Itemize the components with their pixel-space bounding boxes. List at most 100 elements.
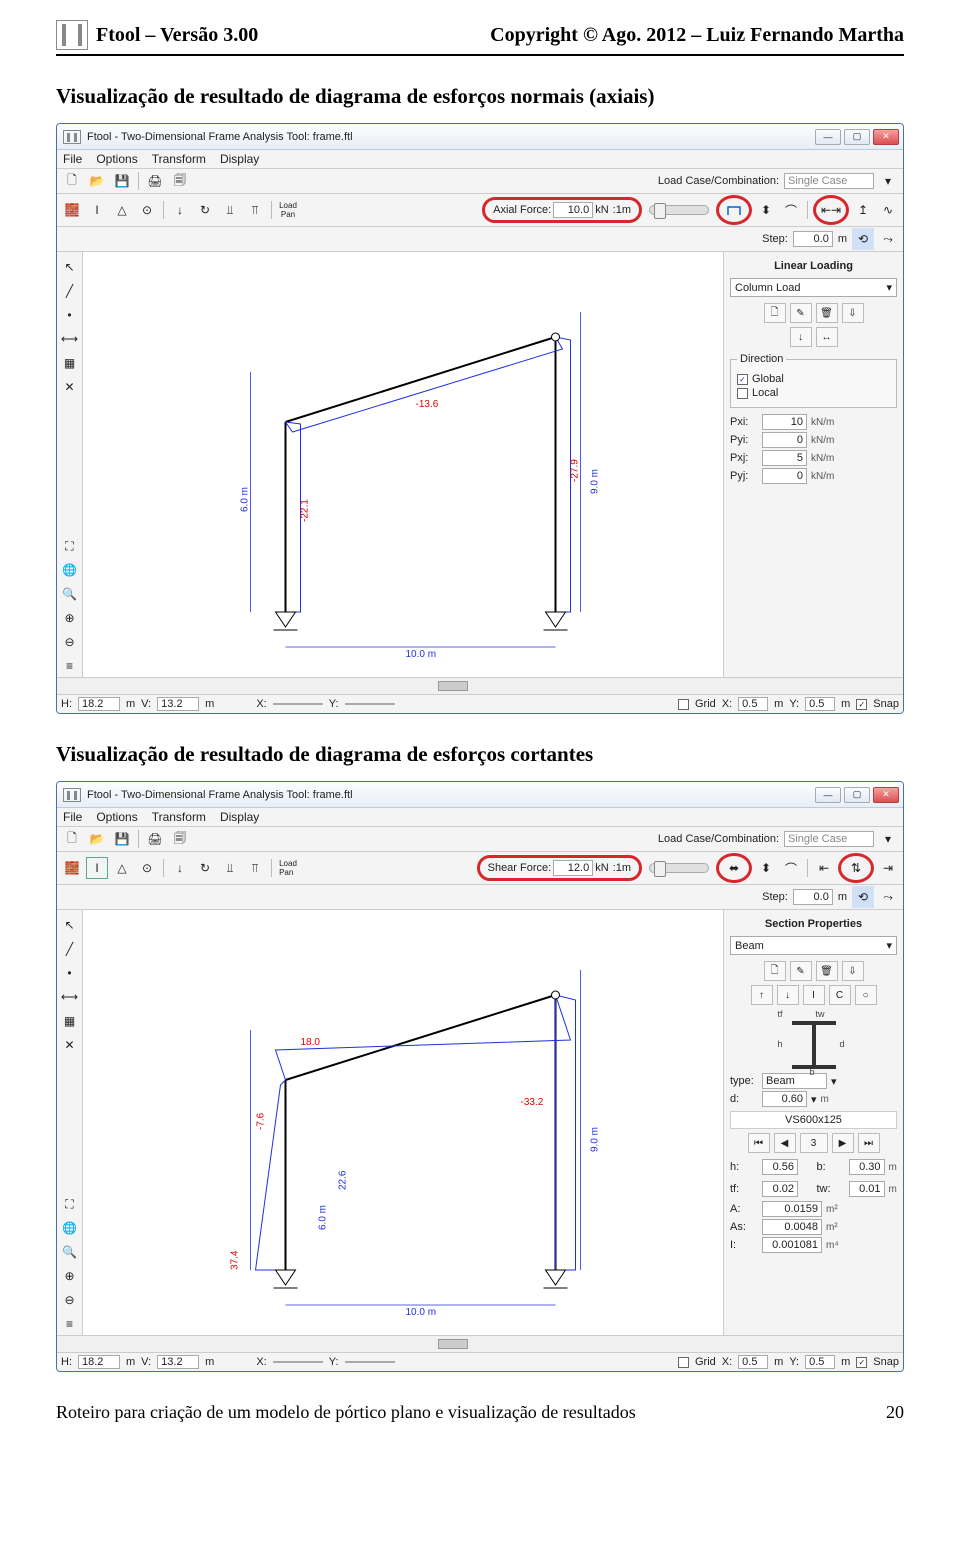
- status-h-value[interactable]: 18.2: [78, 697, 120, 711]
- panel-del-icon[interactable]: 🗑: [816, 303, 838, 323]
- h-scrollbar[interactable]: [57, 678, 903, 694]
- moment-diagram-button[interactable]: ⌒: [780, 199, 802, 221]
- step-apply-button[interactable]: ⟲: [852, 886, 874, 908]
- shape-o-icon[interactable]: ○: [855, 985, 877, 1005]
- grid-y-value[interactable]: 0.5: [805, 1355, 835, 1369]
- panel-apply-icon[interactable]: ↓: [790, 327, 812, 347]
- menu-transform[interactable]: Transform: [152, 810, 206, 824]
- axial-diagram-button[interactable]: ⬌: [723, 857, 745, 879]
- zoom-out-icon[interactable]: ⊖: [59, 1289, 81, 1311]
- redraw-icon[interactable]: ≡: [59, 1313, 81, 1335]
- step-next-button[interactable]: ⤳: [877, 886, 899, 908]
- panel-flip-icon[interactable]: ↔: [816, 327, 838, 347]
- minimize-button[interactable]: —: [815, 129, 841, 145]
- save-icon[interactable]: 💾: [111, 828, 133, 850]
- section-icon[interactable]: I: [86, 199, 108, 221]
- step-next-button[interactable]: ⤳: [877, 228, 899, 250]
- deform-button[interactable]: ∿: [877, 199, 899, 221]
- new-icon[interactable]: 🗋: [61, 828, 83, 850]
- panel-new-icon[interactable]: 🗋: [764, 961, 786, 981]
- canvas-1[interactable]: -13.6 -22.1 -27.9 6.0 m 9.0 m 10.0 m: [83, 252, 723, 677]
- close-button[interactable]: ✕: [873, 129, 899, 145]
- status-x-value[interactable]: [273, 1361, 323, 1363]
- load-combo-select[interactable]: Single Case: [784, 831, 874, 847]
- menu-options[interactable]: Options: [96, 810, 137, 824]
- force-value-input[interactable]: 12.0: [553, 860, 593, 876]
- support-icon[interactable]: △: [111, 199, 133, 221]
- dimension-tool-icon[interactable]: ⟷: [59, 986, 81, 1008]
- moment-load-icon[interactable]: ↻: [194, 199, 216, 221]
- panel-new-icon[interactable]: 🗋: [764, 303, 786, 323]
- line-tool-icon[interactable]: ╱: [59, 938, 81, 960]
- reaction-button[interactable]: ↥: [852, 199, 874, 221]
- grid-checkbox[interactable]: [678, 1357, 689, 1368]
- grid-x-value[interactable]: 0.5: [738, 697, 768, 711]
- material-icon[interactable]: 🧱: [61, 857, 83, 879]
- menu-file[interactable]: File: [63, 810, 82, 824]
- shape-i-icon[interactable]: I: [803, 985, 825, 1005]
- status-y-value[interactable]: [345, 1361, 395, 1363]
- scale-slider[interactable]: [649, 205, 709, 215]
- step-input[interactable]: 0.0: [793, 231, 833, 247]
- titlebar[interactable]: Ftool - Two-Dimensional Frame Analysis T…: [57, 124, 903, 150]
- hinge-icon[interactable]: ⊙: [136, 857, 158, 879]
- dist-load-icon[interactable]: ⫫: [219, 199, 241, 221]
- maximize-button[interactable]: ▢: [844, 787, 870, 803]
- minimize-button[interactable]: —: [815, 787, 841, 803]
- dimension-tool-icon[interactable]: ⟷: [59, 328, 81, 350]
- dist-load-icon[interactable]: ⫫: [219, 857, 241, 879]
- panel-edit-icon[interactable]: ✎: [790, 961, 812, 981]
- titlebar-2[interactable]: Ftool - Two-Dimensional Frame Analysis T…: [57, 782, 903, 808]
- menu-file[interactable]: File: [63, 152, 82, 166]
- shear-diagram-button[interactable]: ⬍: [755, 857, 777, 879]
- canvas-2[interactable]: 18.0 -33.2 -7.6 37.4 22.6 6.0 m 9.0 m 10…: [83, 910, 723, 1335]
- load-pan-label[interactable]: Load Pan: [277, 857, 299, 879]
- dropdown-icon[interactable]: ▾: [877, 828, 899, 850]
- grid-y-value[interactable]: 0.5: [805, 697, 835, 711]
- material-icon[interactable]: 🧱: [61, 199, 83, 221]
- new-icon[interactable]: 🗋: [61, 170, 83, 192]
- status-v-value[interactable]: 13.2: [157, 1355, 199, 1369]
- step-apply-button[interactable]: ⟲: [852, 228, 874, 250]
- status-y-value[interactable]: [345, 703, 395, 705]
- fit-icon[interactable]: ⛶: [59, 1193, 81, 1215]
- grid-checkbox[interactable]: [678, 699, 689, 710]
- panel-import-icon[interactable]: ⇩: [842, 303, 864, 323]
- zoom-in-icon[interactable]: ⊕: [59, 1265, 81, 1287]
- dropdown-icon[interactable]: ▾: [877, 170, 899, 192]
- section-icon[interactable]: I: [86, 857, 108, 879]
- menu-transform[interactable]: Transform: [152, 152, 206, 166]
- zoom-in-icon[interactable]: ⊕: [59, 607, 81, 629]
- type-select[interactable]: Beam: [762, 1073, 827, 1089]
- delete-tool-icon[interactable]: ✕: [59, 376, 81, 398]
- temp-load-icon[interactable]: ⫪: [244, 199, 266, 221]
- redraw-icon[interactable]: ≡: [59, 655, 81, 677]
- maximize-button[interactable]: ▢: [844, 129, 870, 145]
- fit-icon[interactable]: ⛶: [59, 535, 81, 557]
- load-pan-label[interactable]: Load Pan: [277, 199, 299, 221]
- close-button[interactable]: ✕: [873, 787, 899, 803]
- next-step-button[interactable]: ⇥: [877, 857, 899, 879]
- status-x-value[interactable]: [273, 703, 323, 705]
- grid-tool-icon[interactable]: ▦: [59, 1010, 81, 1032]
- save-icon[interactable]: 💾: [111, 170, 133, 192]
- step-input[interactable]: 0.0: [793, 889, 833, 905]
- panel-up-icon[interactable]: ↑: [751, 985, 773, 1005]
- support-icon[interactable]: △: [111, 857, 133, 879]
- menu-options[interactable]: Options: [96, 152, 137, 166]
- delete-tool-icon[interactable]: ✕: [59, 1034, 81, 1056]
- print-icon[interactable]: 🖨: [144, 170, 166, 192]
- moment-load-icon[interactable]: ↻: [194, 857, 216, 879]
- zoom-icon[interactable]: 🔍: [59, 583, 81, 605]
- print-icon[interactable]: 🖨: [144, 828, 166, 850]
- panel-down-icon[interactable]: ↓: [777, 985, 799, 1005]
- last-icon[interactable]: ⏭: [858, 1133, 880, 1153]
- h-scrollbar-2[interactable]: [57, 1336, 903, 1352]
- hinge-icon[interactable]: ⊙: [136, 199, 158, 221]
- force-load-icon[interactable]: ↓: [169, 199, 191, 221]
- panel-combo-2[interactable]: Beam▾: [730, 936, 897, 955]
- status-v-value[interactable]: 13.2: [157, 697, 199, 711]
- next-icon[interactable]: ▶: [832, 1133, 854, 1153]
- menu-display[interactable]: Display: [220, 152, 259, 166]
- temp-load-icon[interactable]: ⫪: [244, 857, 266, 879]
